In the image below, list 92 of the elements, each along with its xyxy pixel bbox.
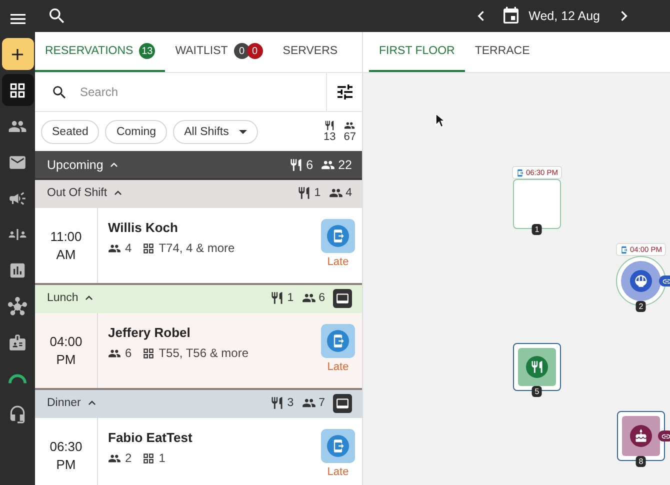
sliders-icon — [334, 82, 354, 102]
reservation-time: 06:30 — [50, 438, 82, 456]
time-period: PM — [56, 456, 76, 474]
table-number-tag: 5 — [532, 386, 542, 397]
filter-chip[interactable]: Coming — [105, 120, 168, 144]
cake-icon — [630, 425, 652, 447]
covers-count: 1 — [314, 187, 321, 199]
bowl-icon — [630, 270, 652, 292]
cutlery-icon — [289, 158, 304, 172]
people-icon — [108, 242, 121, 254]
count-badge: 13 — [139, 43, 156, 59]
section-header[interactable]: Dinner 3 7 — [35, 390, 362, 418]
count-badge: 0 — [234, 43, 250, 59]
people-icon — [328, 186, 343, 200]
section-title: Upcoming — [47, 158, 104, 172]
panel-button[interactable] — [333, 288, 352, 308]
panel-icon — [336, 396, 349, 410]
search-icon — [51, 84, 68, 100]
party-size: 6 — [125, 346, 132, 360]
phone-icon — [331, 439, 345, 453]
reservation-card[interactable]: 11:00 AM Willis Koch 4 T74, 4 & more Late — [35, 208, 362, 285]
guest-name: Willis Koch — [108, 220, 179, 235]
caret-icon — [238, 130, 247, 134]
covers-count: 3 — [287, 397, 294, 409]
table-number-tag: 8 — [636, 456, 646, 467]
time-period: AM — [56, 246, 76, 264]
grid-icon[interactable] — [2, 74, 34, 106]
cursor-icon — [435, 113, 445, 128]
people-icon — [344, 120, 356, 131]
phone-icon — [620, 246, 628, 254]
table-list: T74, 4 & more — [158, 241, 235, 255]
date-label[interactable]: Wed, 12 Aug — [528, 9, 600, 23]
guests-count: 22 — [338, 158, 352, 172]
party-size: 4 — [125, 241, 132, 255]
panel-button[interactable] — [333, 394, 352, 412]
section-title: Lunch — [47, 292, 78, 304]
people-icon — [302, 291, 316, 305]
cutlery-icon — [526, 356, 548, 378]
tab[interactable]: RESERVATIONS 13 — [35, 32, 166, 72]
phone-status-button[interactable] — [321, 219, 355, 253]
status-label: Late — [327, 466, 349, 478]
tab[interactable]: SERVERS — [272, 32, 362, 72]
cutlery-icon — [270, 291, 284, 305]
guests-count: 6 — [318, 292, 325, 304]
section-header[interactable]: Out Of Shift 1 4 — [35, 180, 362, 208]
table-list: T55, T56 & more — [158, 346, 249, 360]
table-number-tag: 1 — [532, 224, 542, 235]
status-label: Late — [327, 256, 349, 268]
people-icon — [302, 396, 316, 410]
guest-name: Fabio EatTest — [108, 430, 194, 445]
tab[interactable]: WAITLIST 0 0 — [165, 32, 273, 72]
covers-count: 6 — [306, 158, 314, 172]
tab[interactable]: TERRACE — [464, 32, 540, 72]
section-title: Out Of Shift — [47, 187, 108, 199]
count-badge: 0 — [246, 43, 263, 59]
status-label: Late — [327, 361, 349, 373]
reservation-card[interactable]: 04:00 PM Jeffery Robel 6 T55, T56 & more Late — [35, 313, 362, 390]
search-icon — [47, 6, 67, 26]
table-list: 1 — [158, 451, 166, 465]
phone-icon — [331, 229, 345, 243]
guests-count: 7 — [318, 397, 325, 409]
filter-chip[interactable]: Seated — [41, 120, 100, 144]
time-period: PM — [56, 350, 76, 368]
section-header[interactable]: Lunch 1 6 — [35, 285, 362, 313]
guests-total: 67 — [344, 131, 356, 143]
phone-status-button[interactable] — [321, 429, 355, 463]
party-size: 2 — [125, 451, 132, 465]
shift-dropdown[interactable]: All Shifts — [173, 120, 258, 144]
panel-icon — [336, 292, 349, 304]
cutlery-icon — [270, 396, 284, 410]
covers-total: 13 — [324, 131, 336, 143]
reservation-time: 04:00 — [50, 332, 82, 350]
table-icon — [142, 452, 155, 464]
covers-count: 1 — [287, 292, 294, 304]
calendar-icon[interactable] — [500, 6, 521, 26]
tab[interactable]: FIRST FLOOR — [369, 32, 465, 72]
section-header[interactable]: Upcoming 6 22 — [35, 151, 362, 180]
cutlery-icon — [297, 186, 312, 200]
people-icon — [108, 452, 121, 464]
guests-count: 4 — [346, 187, 352, 199]
phone-status-button[interactable] — [321, 324, 355, 358]
add-button[interactable] — [2, 38, 34, 70]
phone-icon — [516, 168, 524, 176]
people-icon — [108, 346, 121, 360]
table-icon — [142, 346, 155, 360]
cutlery-icon — [324, 120, 336, 131]
phone-icon — [331, 334, 345, 348]
guest-name: Jeffery Robel — [108, 325, 192, 340]
table-icon — [142, 242, 155, 254]
reservation-time: 11:00 — [50, 228, 82, 246]
table-number-tag: 2 — [636, 301, 646, 312]
section-title: Dinner — [47, 397, 81, 409]
